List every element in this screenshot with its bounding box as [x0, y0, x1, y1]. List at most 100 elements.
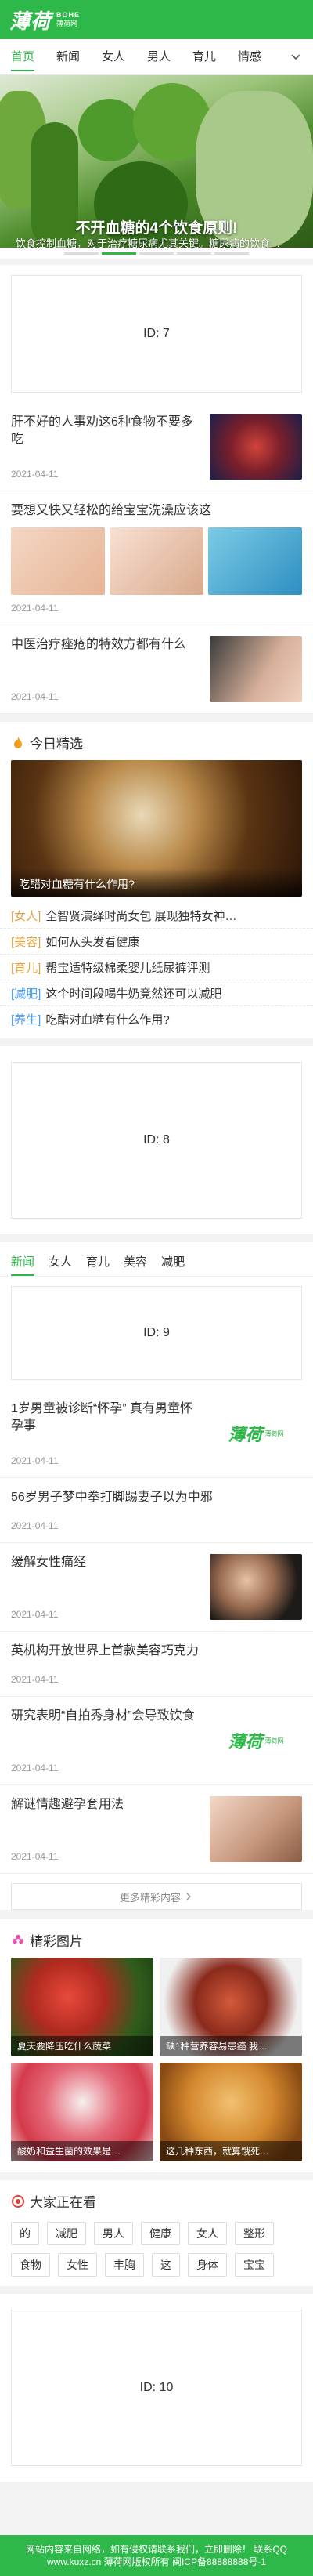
placeholder-logo-image[interactable]: 薄荷 薄荷网: [210, 1400, 302, 1466]
nav-item-home[interactable]: 首页: [0, 39, 45, 75]
article-item[interactable]: 缓解女性痛经 2021-04-11: [0, 1543, 313, 1632]
article-item[interactable]: 英机构开放世界上首款美容巧克力 2021-04-11: [0, 1632, 313, 1697]
article-title[interactable]: 研究表明“自拍秀身材”会导致饮食: [11, 1708, 202, 1725]
hero-slider[interactable]: 不开血糖的4个饮食原则! 饮食控制血糖，对于治疗糖尿病尤其关键。糖尿病的饮食…: [0, 75, 313, 248]
gallery-caption[interactable]: 缺1种营养容易患癌 我…: [160, 2036, 302, 2056]
article-date: 2021-04-11: [11, 1851, 59, 1862]
today-item-tag[interactable]: [育儿]: [11, 959, 41, 976]
featured-caption[interactable]: 吃醋对血糖有什么作用?: [11, 868, 302, 897]
tag-chip[interactable]: 身体: [188, 2253, 227, 2277]
tag-chip[interactable]: 减肥: [47, 2222, 86, 2245]
article-item[interactable]: 解谜情趣避孕套用法 2021-04-11: [0, 1785, 313, 1874]
today-item-tag[interactable]: [减肥]: [11, 985, 41, 1002]
article-thumbnail[interactable]: [210, 414, 302, 480]
category-tabs: 新闻 女人 育儿 美容 减肥: [0, 1242, 313, 1277]
tab-women[interactable]: 女人: [49, 1248, 72, 1276]
article-thumbnail[interactable]: [210, 636, 302, 702]
ad-placeholder[interactable]: ID: 8: [11, 1062, 302, 1219]
article-title[interactable]: 英机构开放世界上首款美容巧克力: [11, 1643, 302, 1660]
article-title[interactable]: 解谜情趣避孕套用法: [11, 1796, 202, 1813]
nav-item-parenting[interactable]: 育儿: [182, 39, 227, 75]
today-item[interactable]: [女人] 全智贤演绎时尚女包 展现独特女神…: [0, 903, 313, 929]
article-title[interactable]: 肝不好的人事劝这6种食物不要多吃: [11, 414, 202, 448]
slider-dot[interactable]: [214, 252, 249, 255]
tag-chip[interactable]: 这: [152, 2253, 180, 2277]
placeholder-logo-image[interactable]: 薄荷 薄荷网: [210, 1708, 302, 1773]
article-thumbnail[interactable]: [11, 527, 105, 595]
article-title[interactable]: 缓解女性痛经: [11, 1554, 202, 1571]
hero-title[interactable]: 不开血糖的4个饮食原则!: [0, 216, 313, 237]
today-item[interactable]: [美容] 如何从头发看健康: [0, 929, 313, 955]
today-item-tag[interactable]: [养生]: [11, 1011, 41, 1027]
site-logo[interactable]: 薄荷 BOHE 薄荷网: [9, 5, 80, 34]
article-title[interactable]: 56岁男子梦中拳打脚踢妻子以为中邪: [11, 1489, 302, 1506]
tag-chip[interactable]: 男人: [94, 2222, 133, 2245]
today-item[interactable]: [养生] 吃醋对血糖有什么作用?: [0, 1006, 313, 1032]
today-item-title[interactable]: 这个时间段喝牛奶竟然还可以减肥: [45, 985, 221, 1002]
gallery-item[interactable]: 酸奶和益生菌的效果是…: [11, 2063, 153, 2161]
today-item-title[interactable]: 吃醋对血糖有什么作用?: [45, 1011, 169, 1027]
ad-placeholder[interactable]: ID: 9: [11, 1286, 302, 1380]
tag-chip[interactable]: 女性: [58, 2253, 97, 2277]
nav-item-emotion[interactable]: 情感: [227, 39, 272, 75]
article-thumbnail[interactable]: [210, 1796, 302, 1862]
featured-image[interactable]: 吃醋对血糖有什么作用?: [11, 760, 302, 897]
tag-chip[interactable]: 食物: [11, 2253, 50, 2277]
article-thumbnail[interactable]: [208, 527, 302, 595]
article-item[interactable]: 研究表明“自拍秀身材”会导致饮食 2021-04-11 薄荷 薄荷网: [0, 1697, 313, 1785]
article-item[interactable]: 肝不好的人事劝这6种食物不要多吃 2021-04-11: [0, 403, 313, 491]
tag-chip[interactable]: 健康: [141, 2222, 180, 2245]
load-more-label: 更多精彩内容: [119, 1891, 181, 1904]
site-footer: 网站内容来自网络，如有侵权请联系我们，立即删除！ 联系QQ www.kuxz.c…: [0, 2535, 313, 2576]
article-item[interactable]: 中医治疗痤疮的特效方都有什么 2021-04-11: [0, 625, 313, 714]
article-title[interactable]: 要想又快又轻松的给宝宝洗澡应该这: [11, 502, 302, 520]
gallery-caption[interactable]: 这几种东西，就算饿死…: [160, 2141, 302, 2161]
tag-chip[interactable]: 的: [11, 2222, 39, 2245]
logo-sub: BOHE 薄荷网: [56, 11, 80, 28]
gallery-item[interactable]: 缺1种营养容易患癌 我…: [160, 1958, 302, 2056]
ad-placeholder[interactable]: ID: 7: [11, 275, 302, 393]
article-item[interactable]: 1岁男童被诊断“怀孕” 真有男童怀孕事 2021-04-11 薄荷 薄荷网: [0, 1389, 313, 1478]
article-title[interactable]: 1岁男童被诊断“怀孕” 真有男童怀孕事: [11, 1400, 202, 1435]
gallery-caption[interactable]: 夏天要降压吃什么蔬菜: [11, 2036, 153, 2056]
today-item-title[interactable]: 全智贤演绎时尚女包 展现独特女神…: [45, 908, 236, 924]
gallery-caption[interactable]: 酸奶和益生菌的效果是…: [11, 2141, 153, 2161]
article-item-multi[interactable]: 要想又快又轻松的给宝宝洗澡应该这 2021-04-11: [0, 491, 313, 625]
nav-item-men[interactable]: 男人: [136, 39, 182, 75]
today-item[interactable]: [减肥] 这个时间段喝牛奶竟然还可以减肥: [0, 980, 313, 1006]
today-item[interactable]: [育儿] 帮宝适特级棉柔婴儿纸尿裤评测: [0, 955, 313, 980]
tab-news[interactable]: 新闻: [11, 1248, 35, 1276]
slider-dot-active[interactable]: [102, 252, 136, 255]
article-item[interactable]: 56岁男子梦中拳打脚踢妻子以为中邪 2021-04-11: [0, 1478, 313, 1543]
load-more-button[interactable]: 更多精彩内容: [11, 1883, 302, 1910]
ad-placeholder[interactable]: ID: 10: [11, 2310, 302, 2466]
article-date: 2021-04-11: [11, 603, 59, 614]
flower-icon: [12, 1934, 24, 1944]
today-item-title[interactable]: 帮宝适特级棉柔婴儿纸尿裤评测: [45, 959, 210, 976]
today-item-tag[interactable]: [美容]: [11, 933, 41, 950]
logo-text: 薄荷: [9, 9, 52, 33]
slider-dot[interactable]: [177, 252, 211, 255]
tab-diet[interactable]: 减肥: [161, 1248, 185, 1276]
section-title: 今日精选: [30, 737, 83, 752]
tab-beauty[interactable]: 美容: [124, 1248, 147, 1276]
article-title[interactable]: 中医治疗痤疮的特效方都有什么: [11, 636, 202, 654]
tag-chip[interactable]: 整形: [235, 2222, 274, 2245]
tag-chip[interactable]: 丰胸: [105, 2253, 144, 2277]
footer-disclaimer: 网站内容来自网络，如有侵权请联系我们，立即删除！ 联系QQ: [25, 2544, 287, 2555]
nav-item-news[interactable]: 新闻: [45, 39, 91, 75]
slider-dot[interactable]: [139, 252, 174, 255]
gallery-item[interactable]: 夏天要降压吃什么蔬菜: [11, 1958, 153, 2056]
tag-chip[interactable]: 女人: [188, 2222, 227, 2245]
gallery-item[interactable]: 这几种东西，就算饿死…: [160, 2063, 302, 2161]
today-item-title[interactable]: 如何从头发看健康: [45, 933, 139, 950]
ad-section: ID: 8: [0, 1046, 313, 1234]
tag-chip[interactable]: 宝宝: [235, 2253, 274, 2277]
slider-dot[interactable]: [64, 252, 99, 255]
tab-parenting[interactable]: 育儿: [86, 1248, 110, 1276]
article-thumbnail[interactable]: [110, 527, 203, 595]
today-item-tag[interactable]: [女人]: [11, 908, 41, 924]
nav-item-women[interactable]: 女人: [91, 39, 136, 75]
chevron-down-icon[interactable]: [290, 50, 302, 63]
article-thumbnail[interactable]: [210, 1554, 302, 1620]
